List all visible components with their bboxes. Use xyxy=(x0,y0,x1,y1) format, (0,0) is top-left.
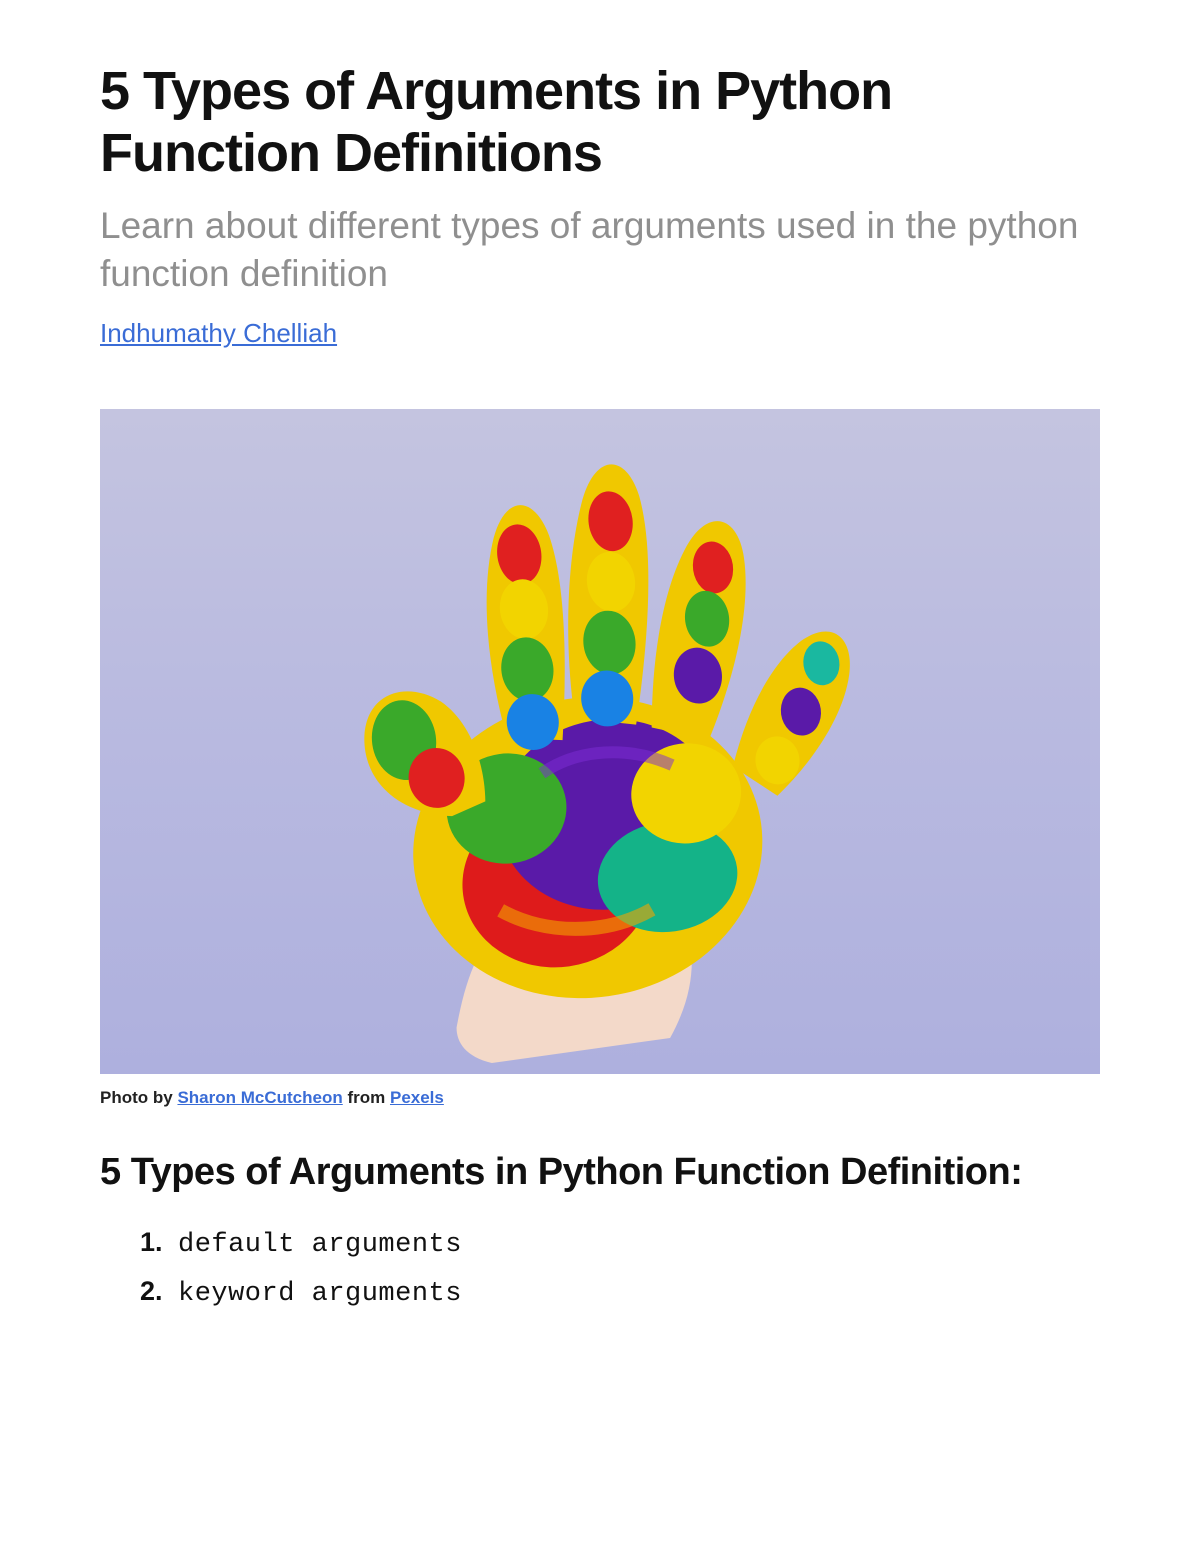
list-item: keyword arguments xyxy=(170,1269,1100,1318)
photo-credit-link[interactable]: Sharon McCutcheon xyxy=(177,1088,342,1107)
caption-mid: from xyxy=(343,1088,390,1107)
argument-types-list: default arguments keyword arguments xyxy=(100,1220,1100,1318)
article-title: 5 Types of Arguments in Python Function … xyxy=(100,60,1100,184)
photo-source-link[interactable]: Pexels xyxy=(390,1088,444,1107)
section-heading: 5 Types of Arguments in Python Function … xyxy=(100,1150,1100,1196)
caption-prefix: Photo by xyxy=(100,1088,177,1107)
image-caption: Photo by Sharon McCutcheon from Pexels xyxy=(100,1088,1100,1108)
hero-image xyxy=(100,409,1100,1074)
list-item: default arguments xyxy=(170,1220,1100,1269)
author-link[interactable]: Indhumathy Chelliah xyxy=(100,318,337,349)
painted-hand-illustration xyxy=(200,409,999,1074)
article-subtitle: Learn about different types of arguments… xyxy=(100,202,1100,298)
